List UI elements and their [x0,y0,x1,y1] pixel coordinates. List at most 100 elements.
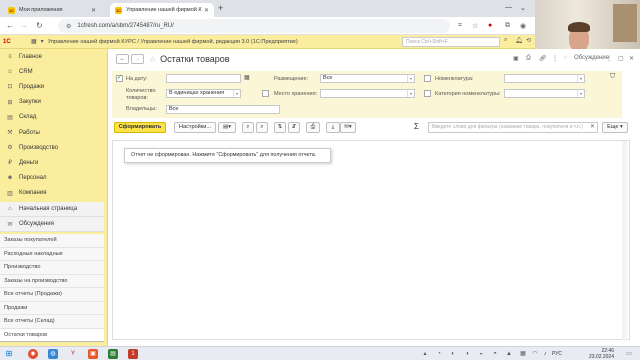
minimize-icon[interactable]: — [505,4,512,11]
link-icon[interactable]: 🔗︎ [539,55,547,62]
more-dots-icon[interactable]: ⋮ [552,55,558,62]
forward-icon[interactable]: → [20,21,28,30]
close-icon[interactable]: ✕ [629,55,634,62]
excel-icon[interactable]: ▤ [108,349,118,359]
sidebar-item-warehouse[interactable]: ▤ Склад [0,110,107,125]
tray-icon[interactable]: ◓ [490,349,500,359]
close-tab-icon[interactable]: ✕ [91,7,96,14]
profile-icon[interactable]: ◉ [520,22,526,30]
sidebar-item-staff[interactable]: ☻ Персонал [0,171,107,186]
yandex-icon[interactable]: ● [488,22,492,29]
owners-input[interactable]: Все [166,105,280,114]
extensions-icon[interactable]: ⧉ [505,22,510,30]
sidebar-item-main[interactable]: ≡ Главное [0,49,107,64]
find-replace-button[interactable]: ⌕ [256,122,268,133]
more-button[interactable]: Еще ▾ [602,122,628,133]
category-checkbox[interactable] [424,90,431,97]
open-window-item[interactable]: Продажи [0,301,104,315]
report-filter-input[interactable]: Введите слово для фильтра (название това… [428,122,598,133]
variants-button[interactable]: ▤▾ [218,122,236,133]
global-search-input[interactable]: Поиск Ctrl+Shift+F [402,37,500,47]
placement-select[interactable]: Все ▾ [320,74,415,83]
reload-icon[interactable]: ↻ [36,21,43,30]
chevron-down-icon[interactable]: ⌄ [520,4,526,12]
sidebar-item-sales[interactable]: ⊡ Продажи [0,79,107,94]
calendar-icon[interactable]: ▦ [244,75,250,82]
sidebar-item-production[interactable]: ⚙ Производство [0,140,107,155]
sidebar-item-crm[interactable]: ☺ CRM [0,64,107,79]
sum-icon[interactable]: Σ [414,122,419,131]
chevron-down-icon[interactable]: ▾ [233,90,240,97]
chevron-down-icon[interactable]: ▾ [577,90,584,97]
chevron-down-icon[interactable]: ▾ [407,90,414,97]
close-tab-icon[interactable]: ✕ [204,7,209,14]
print-button[interactable]: ⎙ [306,122,320,133]
open-window-item-current[interactable]: Остатки товаров [0,328,104,342]
tray-icon[interactable]: ◑ [462,349,472,359]
sidebar-item-works[interactable]: ⚒ Работы [0,125,107,140]
date-checkbox[interactable]: ✓ [116,75,123,82]
storage-checkbox[interactable] [262,90,269,97]
tray-icon[interactable]: ◐ [448,349,458,359]
report-area[interactable]: Отчет не сформирован. Нажмите "Сформиров… [112,140,630,341]
nomenclature-checkbox[interactable] [424,75,431,82]
tray-icon[interactable]: ▲ [504,349,514,359]
windows-start-icon[interactable]: ⊞ [4,349,14,359]
home-page-link[interactable]: ⌂ Начальная страница [0,202,104,218]
chevron-down-icon[interactable]: ▾ [41,38,44,45]
new-tab-button[interactable]: + [218,3,223,13]
chrome-icon[interactable]: ◉ [28,349,38,359]
send-button[interactable]: ✉▾ [340,122,356,133]
app-icon[interactable]: ▣ [88,349,98,359]
browser-tab-my-apps[interactable]: 1С Мои приложения ✕ [3,3,101,17]
grid-icon[interactable]: ▦ [31,38,37,45]
history-icon[interactable]: ⟲ [526,37,531,44]
sidebar-item-company[interactable]: ▥ Компания [0,186,107,201]
expand-groups-button[interactable]: ⇅ [274,122,286,133]
browser-icon[interactable]: ◍ [48,349,58,359]
discussions-link[interactable]: ✉ Обсуждения [0,217,104,233]
nomenclature-select[interactable]: ▾ [504,74,585,83]
forward-button[interactable]: → [131,54,144,64]
maximize-icon[interactable]: ▢ [618,55,624,62]
discussion-label[interactable]: Обсуждение [574,55,609,61]
browser-tab-unf[interactable]: 1С Управление нашей фирмой К ✕ [110,3,214,17]
find-button[interactable]: ⌕ [242,122,254,133]
save-icon[interactable]: ▣ [513,55,519,62]
clear-icon[interactable]: ✕ [590,123,595,130]
tray-icon[interactable]: ▦ [518,349,528,359]
open-window-item[interactable]: Заказы покупателей [0,234,104,248]
export-button[interactable]: ⤓ [326,122,340,133]
tray-icon[interactable]: ◔ [434,349,444,359]
notifications-icon[interactable]: ▭ [624,349,634,359]
1c-taskbar-icon[interactable]: 1 [128,349,138,359]
print-icon[interactable]: ⎙ [526,55,531,62]
discussion-icon[interactable]: ◌ [564,55,568,61]
collapse-groups-button[interactable]: ⇵ [288,122,300,133]
url-field[interactable]: ⚙ 1cfresh.com/a/sbm/2745487/ru_RU/ [58,19,450,33]
open-window-item[interactable]: Заказы на производство [0,274,104,288]
filter-funnel-icon[interactable]: ⛉ [610,73,615,81]
tray-icon[interactable]: ◒ [476,349,486,359]
translate-icon[interactable]: ⌗ [458,22,462,30]
vertical-scrollbar[interactable] [622,141,627,341]
clock[interactable]: 22:46 23.02.2024 [580,348,614,360]
bell-icon[interactable]: 🔔︎ [515,37,523,44]
open-window-item[interactable]: Расходные накладные [0,247,104,261]
date-input[interactable] [166,74,241,83]
search-icon[interactable]: ⌕ [504,37,507,44]
wifi-icon[interactable]: ◠ [530,349,540,359]
chevron-down-icon[interactable]: ▾ [577,75,584,82]
qty-select[interactable]: В единицах хранения ▾ [166,89,241,98]
storage-select[interactable]: ▾ [320,89,415,98]
open-window-item[interactable]: Все отчеты (Склад) [0,315,104,329]
chevron-down-icon[interactable]: ▾ [407,75,414,82]
site-info-icon[interactable]: ⚙ [66,23,71,30]
yandex-browser-icon[interactable]: Y [68,349,78,359]
open-window-item[interactable]: Все отчеты (Продажи) [0,288,104,302]
category-select[interactable]: ▾ [504,89,585,98]
volume-icon[interactable]: ♪ [540,349,550,359]
more-menu-icon[interactable]: ⋮ [606,55,612,62]
settings-button[interactable]: Настройки... [174,122,216,133]
generate-button[interactable]: Сформировать [114,122,166,133]
